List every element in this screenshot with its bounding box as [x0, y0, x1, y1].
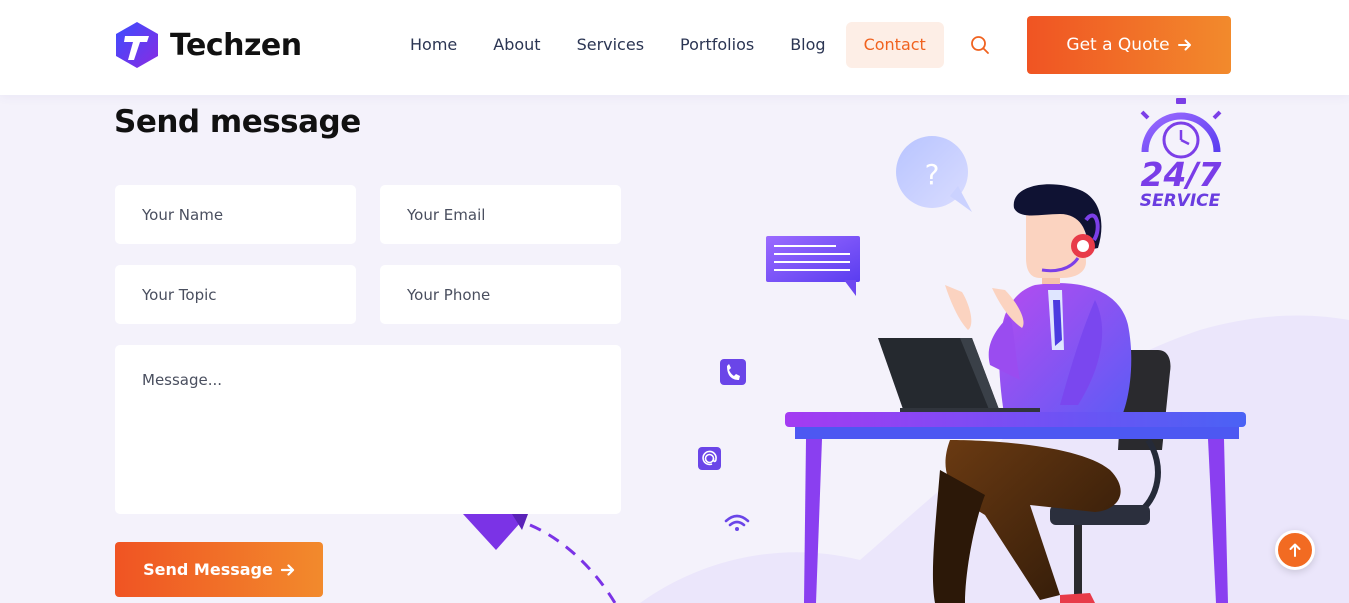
wifi-icon: [724, 514, 750, 531]
at-icon: [698, 447, 721, 470]
logo-text: Techzen: [170, 27, 302, 63]
arrow-right-icon: [1177, 39, 1191, 51]
stopwatch-icon: [1140, 98, 1222, 159]
arrow-right-icon: [280, 563, 294, 576]
phone-icon: [720, 359, 746, 385]
arrow-up-icon: [1289, 543, 1301, 557]
badge-number: 24/7: [1141, 155, 1222, 194]
site-header: Techzen Home About Services Portfolios B…: [0, 0, 1349, 95]
send-message-label: Send Message: [143, 560, 273, 579]
chat-bubble-icon: [766, 236, 860, 296]
nav-home[interactable]: Home: [392, 22, 475, 68]
message-field[interactable]: [115, 345, 621, 514]
nav-portfolios[interactable]: Portfolios: [662, 22, 772, 68]
search-icon[interactable]: [960, 22, 1000, 68]
email-field[interactable]: [380, 185, 621, 244]
main-nav: Home About Services Portfolios Blog Cont…: [392, 22, 1000, 68]
topic-field[interactable]: [115, 265, 356, 324]
logo[interactable]: Techzen: [114, 20, 302, 70]
form-title: Send message: [114, 104, 361, 140]
logo-icon: [116, 22, 158, 68]
agent-head: [1013, 184, 1102, 284]
name-field[interactable]: [115, 185, 356, 244]
nav-blog[interactable]: Blog: [772, 22, 843, 68]
badge-service: SERVICE: [1140, 191, 1221, 211]
nav-services[interactable]: Services: [559, 22, 662, 68]
get-quote-button[interactable]: Get a Quote: [1027, 16, 1231, 74]
question-mark: ?: [925, 158, 940, 191]
nav-contact[interactable]: Contact: [845, 22, 944, 68]
nav-about[interactable]: About: [475, 22, 558, 68]
scroll-to-top-button[interactable]: [1275, 530, 1315, 570]
phone-field[interactable]: [380, 265, 621, 324]
send-message-button[interactable]: Send Message: [115, 542, 323, 597]
get-quote-label: Get a Quote: [1066, 35, 1170, 55]
